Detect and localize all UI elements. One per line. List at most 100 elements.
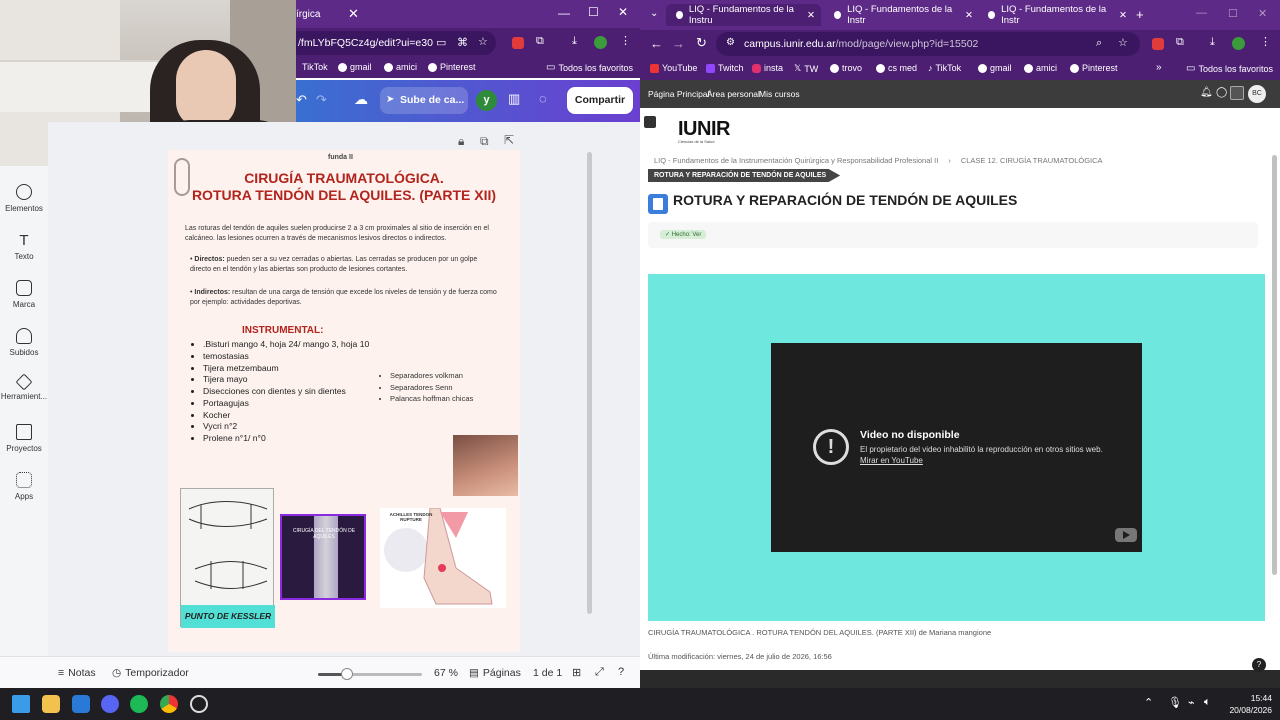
puzzle-icon[interactable]: ⧉ — [1176, 36, 1184, 49]
close-tab-icon[interactable]: ✕ — [348, 6, 359, 22]
minimize-icon[interactable]: — — [1196, 7, 1207, 19]
breadcrumb-course-link[interactable]: LIQ - Fundamentos de la Instrumentación … — [654, 156, 938, 165]
spotify-icon[interactable] — [130, 695, 148, 713]
download-icon[interactable]: ⤓ — [572, 35, 577, 48]
bookmark-insta[interactable]: insta — [752, 63, 783, 73]
undo-icon[interactable]: ↶ — [296, 92, 307, 108]
microphone-icon[interactable]: 🎙︎ — [1168, 696, 1182, 709]
design-page[interactable]: funda II CIRUGÍA TRAUMATOLÓGICA. ROTURA … — [168, 150, 520, 652]
close-tab-icon[interactable]: ✕ — [1119, 10, 1127, 21]
sidebar-item-elements[interactable]: Elementos — [0, 184, 48, 213]
zoom-slider-knob[interactable] — [341, 668, 354, 680]
file-explorer-icon[interactable] — [42, 695, 60, 713]
bookmark-youtube[interactable]: YouTube — [650, 63, 697, 73]
back-icon[interactable]: ← — [650, 36, 663, 51]
share-button[interactable]: Compartir — [567, 87, 633, 114]
chrome-icon[interactable] — [160, 695, 178, 713]
new-tab-icon[interactable]: + — [1136, 7, 1144, 22]
notification-icon[interactable]: 🔔︎ — [1200, 87, 1213, 98]
tab-liq-1[interactable]: LIQ - Fundamentos de la Instru ✕ — [666, 4, 821, 26]
nav-courses-link[interactable]: Mis cursos — [759, 89, 800, 99]
sidebar-item-uploads[interactable]: Subidos — [0, 328, 48, 357]
help-icon[interactable]: ? — [618, 666, 624, 678]
tab-liq-2[interactable]: LIQ - Fundamentos de la Instr ✕ — [824, 4, 979, 26]
bookmark-amici[interactable]: amici — [1024, 63, 1057, 73]
mail-icon[interactable] — [72, 695, 90, 713]
bookmark-tiktok[interactable]: ♪ TikTok — [928, 63, 961, 73]
puzzle-icon[interactable]: ⧉ — [536, 35, 544, 48]
all-bookmarks[interactable]: ▭ Todos los favoritos — [1186, 63, 1273, 74]
bookmark-pinterest[interactable]: Pinterest — [428, 62, 476, 72]
translate-icon[interactable]: ⌘ — [457, 36, 468, 49]
clock[interactable]: 15:44 20/08/2026 — [1222, 692, 1272, 716]
drawer-toggle-icon[interactable] — [644, 116, 656, 128]
zoom-icon[interactable]: ⌕ — [1096, 37, 1102, 50]
add-page-icon[interactable]: ⇱ — [504, 133, 514, 147]
zoom-percent[interactable]: 67 % — [434, 667, 458, 679]
video-player[interactable]: ! Video no disponible El propietario del… — [771, 343, 1142, 552]
close-tab-icon[interactable]: ✕ — [807, 10, 815, 21]
cast-icon[interactable]: ▭ — [436, 36, 446, 49]
url-field[interactable]: ⚙ campus.iunir.edu.ar/mod/page/view.php?… — [716, 32, 1140, 56]
sidebar-item-tools[interactable]: Herramient... — [0, 373, 48, 401]
user-menu-avatar[interactable]: BC — [1248, 85, 1266, 103]
extension-icon[interactable] — [1152, 38, 1164, 50]
url-field[interactable]: /fmLYbFQ5Cz4g/edit?ui=e30 ▭ ⌘ ☆ — [296, 31, 496, 55]
menu-icon[interactable]: ⋮ — [620, 34, 631, 47]
reload-icon[interactable]: ↻ — [696, 35, 707, 51]
notes-button[interactable]: ≡ Notas — [58, 667, 96, 679]
all-bookmarks[interactable]: ▭ Todos los favoritos — [546, 62, 633, 73]
fullscreen-icon[interactable]: ⤢ — [595, 666, 604, 679]
pages-button[interactable]: ▤ Páginas — [469, 667, 521, 679]
redo-icon[interactable]: ↷ — [316, 92, 327, 108]
bookmark-amici[interactable]: amici — [384, 62, 417, 72]
sidebar-item-brand[interactable]: Marca — [0, 280, 48, 309]
bookmark-tiktok[interactable]: TikTok — [302, 62, 328, 72]
maximize-icon[interactable]: ☐ — [1228, 7, 1238, 20]
sidebar-item-text[interactable]: T Texto — [0, 232, 48, 261]
timer-button[interactable]: ◷ Temporizador — [112, 667, 189, 679]
foot-photo[interactable] — [453, 435, 518, 496]
nav-dashboard-link[interactable]: Área personal — [707, 89, 760, 99]
bookmark-gmail[interactable]: gmail — [978, 63, 1012, 73]
steam-icon[interactable] — [190, 695, 208, 713]
upload-status-button[interactable]: ➤ Sube de ca... — [380, 87, 468, 114]
kessler-diagram[interactable]: PUNTO DE KESSLER — [180, 488, 275, 628]
discord-icon[interactable] — [101, 695, 119, 713]
profile-avatar[interactable] — [594, 36, 607, 49]
minimize-icon[interactable]: — — [558, 6, 570, 20]
site-info-icon[interactable]: ⚙ — [726, 37, 735, 48]
tab-search-icon[interactable]: ⌄ — [650, 8, 658, 19]
page-scrollbar[interactable] — [1272, 155, 1277, 575]
user-avatar[interactable]: y — [476, 90, 497, 111]
analytics-icon[interactable]: ▥ — [508, 91, 520, 107]
help-icon[interactable]: ? — [1252, 658, 1266, 672]
extension-icon[interactable] — [512, 37, 524, 49]
star-icon[interactable]: ☆ — [478, 35, 488, 48]
bookmark-twitch[interactable]: Twitch — [706, 63, 744, 73]
duplicate-icon[interactable]: ⧉ — [480, 134, 489, 149]
messages-drawer-icon[interactable] — [1230, 86, 1244, 100]
star-icon[interactable]: ☆ — [1118, 36, 1128, 49]
message-icon[interactable]: ◯ — [1216, 87, 1227, 98]
lock-icon[interactable]: 🔒︎ — [458, 134, 464, 149]
volume-icon[interactable]: 🔈︎ — [1204, 696, 1211, 709]
network-icon[interactable]: ⌁ — [1188, 696, 1195, 709]
site-logo[interactable]: IUNIR Ciencias de la Salud — [678, 118, 730, 144]
xray-image[interactable]: CIRUGÍA DEL TENDÓN DE AQUILES — [280, 514, 366, 600]
close-tab-icon[interactable]: ✕ — [965, 10, 973, 21]
cloud-save-icon[interactable]: ☁ — [354, 91, 368, 108]
achilles-illustration[interactable]: ACHILLES TENDON RUPTURE — [380, 508, 506, 608]
tab-title[interactable]: írgica — [296, 9, 320, 20]
sidebar-item-apps[interactable]: Apps — [0, 472, 48, 501]
menu-icon[interactable]: ⋮ — [1260, 35, 1271, 48]
bookmark-trovo[interactable]: trovo — [830, 63, 862, 73]
tab-liq-3[interactable]: LIQ - Fundamentos de la Instr ✕ — [978, 4, 1133, 26]
sidebar-item-projects[interactable]: Proyectos — [0, 424, 48, 453]
bookmark-pinterest[interactable]: Pinterest — [1070, 63, 1118, 73]
more-bookmarks-icon[interactable]: » — [1156, 62, 1162, 73]
download-icon[interactable]: ⤓ — [1210, 36, 1215, 49]
close-window-icon[interactable]: ✕ — [618, 5, 628, 19]
tray-overflow-icon[interactable]: ⌃ — [1144, 696, 1153, 709]
grid-view-icon[interactable]: ⊞ — [572, 666, 581, 679]
